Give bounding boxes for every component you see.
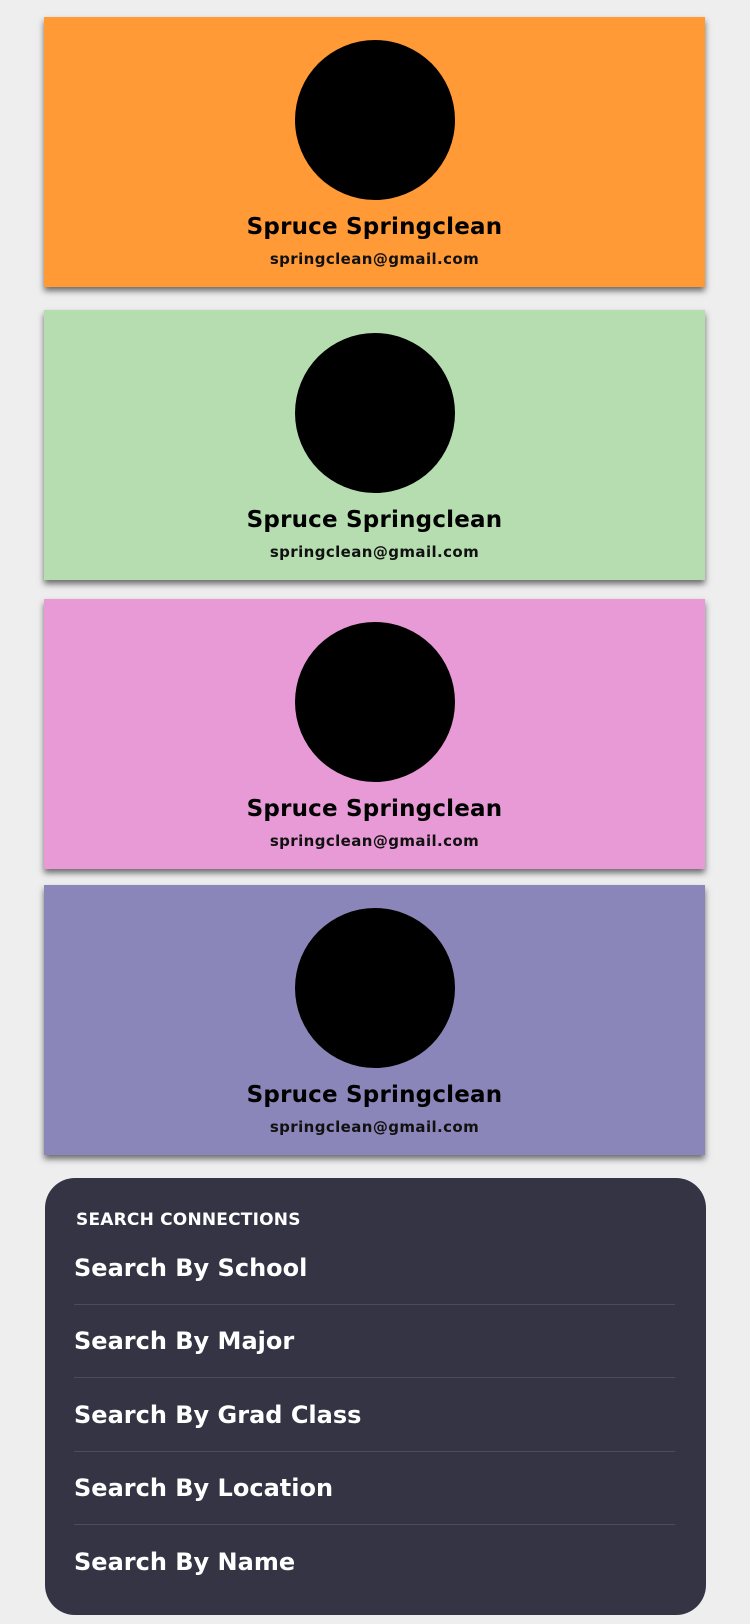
search-connections-title: SEARCH CONNECTIONS	[76, 1210, 301, 1230]
search-by-grad-class-button[interactable]: Search By Grad Class	[74, 1401, 675, 1474]
divider	[74, 1524, 675, 1525]
avatar	[294, 908, 455, 1068]
avatar	[294, 40, 455, 200]
search-by-major-button[interactable]: Search By Major	[74, 1327, 675, 1400]
connection-email: springclean@gmail.com	[269, 1118, 480, 1136]
search-by-name-button[interactable]: Search By Name	[74, 1548, 675, 1621]
connection-email: springclean@gmail.com	[269, 832, 480, 850]
search-item-label: Search By Major	[74, 1327, 295, 1355]
avatar	[294, 622, 455, 782]
search-connections-panel: SEARCH CONNECTIONS Search By School Sear…	[45, 1178, 706, 1615]
search-item-label: Search By Name	[74, 1548, 296, 1576]
connection-name: Spruce Springclean	[246, 1082, 503, 1108]
connection-name: Spruce Springclean	[246, 214, 503, 240]
connection-card-2[interactable]: Spruce Springclean springclean@gmail.com	[44, 310, 705, 580]
divider	[74, 1451, 675, 1452]
divider	[74, 1377, 675, 1378]
search-by-school-button[interactable]: Search By School	[74, 1254, 675, 1327]
connection-email: springclean@gmail.com	[269, 250, 480, 268]
connection-card-4[interactable]: Spruce Springclean springclean@gmail.com	[44, 885, 705, 1155]
divider	[74, 1304, 675, 1305]
connection-email: springclean@gmail.com	[269, 543, 480, 561]
connection-name: Spruce Springclean	[246, 796, 503, 822]
search-by-location-button[interactable]: Search By Location	[74, 1474, 675, 1547]
search-item-label: Search By School	[74, 1254, 308, 1282]
search-item-label: Search By Location	[74, 1474, 334, 1502]
connection-card-1[interactable]: Spruce Springclean springclean@gmail.com	[44, 17, 705, 287]
connection-card-3[interactable]: Spruce Springclean springclean@gmail.com	[44, 599, 705, 869]
connection-name: Spruce Springclean	[246, 507, 503, 533]
avatar	[294, 333, 455, 493]
search-item-label: Search By Grad Class	[74, 1401, 362, 1429]
